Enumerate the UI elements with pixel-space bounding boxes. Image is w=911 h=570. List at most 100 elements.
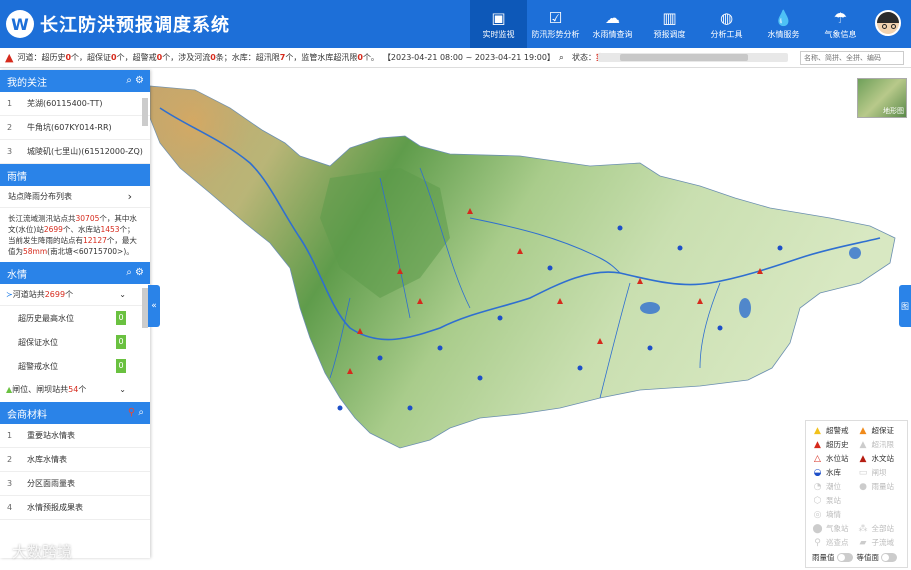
legend-item[interactable] [858, 509, 904, 520]
tools: ⌕ ⚙ [126, 267, 144, 278]
nav-label: 分析工具 [710, 29, 743, 39]
legend-toggles: 雨量值 等值面 [806, 550, 907, 565]
legend-item[interactable] [858, 495, 904, 506]
umbrella-icon: ☂ [833, 8, 848, 27]
monitor-icon: ▣ [491, 8, 506, 27]
app-logo[interactable]: W 长江防洪预报调度系统 [0, 0, 230, 48]
rain-distribution-link[interactable]: 站点降雨分布列表 › [0, 186, 150, 208]
water-list: ≻ 河道站共 2699 个 ⌄ 超历史最高水位 0 超保证水位 0 超警戒水位 0 ▲ 闸… [0, 284, 150, 402]
left-panel: 我的关注 ⌕ ⚙ 1 芜湖(60115400-TT) 2 牛角坑(607KY014-… [0, 70, 150, 558]
isosurface-label: 等值面 [856, 553, 880, 562]
alert-scrollbar[interactable] [598, 53, 788, 62]
nav-weather[interactable]: ☂ 气象信息 [812, 0, 869, 48]
legend-label: 潮位 [826, 482, 841, 491]
legend-label: 水文站 [871, 454, 895, 463]
legend-item[interactable]: ⁂ 全部站 [858, 523, 904, 534]
nav-label: 实时监视 [482, 29, 515, 39]
chevron-right-icon: › [127, 190, 132, 203]
search-icon[interactable]: ⌕ [138, 407, 144, 418]
isosurface-toggle[interactable] [881, 553, 897, 562]
legend-item[interactable]: ◎ 墒情 [812, 509, 858, 520]
legend-symbol-icon: ⬡ [813, 495, 822, 506]
nav-forecast[interactable]: ▥ 预报调度 [641, 0, 698, 48]
legend-grid: ▲ 超警戒 ▲ 超保证 ▲ 超历史 ▲ 超汛限 △ 水位站 ▲ 水文站 ◒ 水库 ▭ 闸坝 ◔ 潮位 ● 雨量站 ⬡ 泵站… [806, 421, 907, 550]
legend-item[interactable]: ▲ 超警戒 [812, 425, 858, 436]
time-range[interactable]: 【2023-04-21 08:00 ~ 2023-04-21 19:00】 [383, 52, 555, 63]
legend-symbol-icon: ▲ [859, 425, 867, 436]
alert-text: 河道：超历史0个，超保证0个，超警戒0个，涉及河流0条；水库：超汛限7个，监管水… [17, 53, 379, 62]
legend-label: 全部站 [871, 524, 895, 533]
nav-water-service[interactable]: 💧 水情服务 [755, 0, 812, 48]
gear-icon[interactable]: ⚙ [135, 267, 144, 278]
station-search-input[interactable] [800, 51, 904, 65]
legend-item[interactable]: ⚲ 巡查点 [812, 537, 858, 548]
avatar-eye [882, 24, 887, 29]
search-icon[interactable]: ⌕ [126, 267, 132, 278]
legend-item[interactable]: ▲ 超历史 [812, 439, 858, 450]
count-badge: 0 [116, 359, 126, 373]
nav-rain-query[interactable]: ☁ 水雨情查询 [584, 0, 641, 48]
plateau-shading [150, 86, 320, 268]
scroll-thumb[interactable] [620, 54, 748, 61]
right-panel-toggle[interactable]: 图 [899, 285, 911, 327]
collapse-left-panel-button[interactable]: « [148, 285, 160, 327]
list-item[interactable]: 3 分区面雨量表 [0, 472, 150, 496]
legend-label: 泵站 [826, 496, 841, 505]
list-item[interactable]: 3 城陵矶(七里山)(61512000-ZQ) [0, 140, 150, 164]
legend-label: 闸坝 [871, 468, 887, 477]
poyang-lake [739, 298, 751, 318]
search-icon[interactable]: ⌕ [126, 75, 132, 86]
gate-station-row[interactable]: ▲ 闸位、闸坝站共 54 个 ⌄ [0, 378, 150, 400]
avatar-eye [891, 24, 896, 29]
legend-item[interactable]: △ 水位站 [812, 453, 858, 464]
nav-label: 防汛形势分析 [531, 29, 580, 39]
tools: ⚲ ⌕ [128, 407, 144, 418]
nav-realtime-monitor[interactable]: ▣ 实时监视 [470, 0, 527, 48]
legend-item[interactable]: ⬡ 泵站 [812, 495, 858, 506]
legend-item[interactable]: ◔ 潮位 [812, 481, 858, 492]
legend-item[interactable]: ▲ 水文站 [858, 453, 904, 464]
legend-item[interactable]: ▲ 超汛限 [858, 439, 904, 450]
list-item[interactable]: 2 水库水情表 [0, 448, 150, 472]
river-station-row[interactable]: ≻ 河道站共 2699 个 ⌄ [0, 284, 150, 306]
legend-symbol-icon: ▲ [814, 425, 821, 436]
expand-icon: ≻ [6, 290, 13, 299]
focus-tools: ⌕ ⚙ [126, 75, 144, 86]
pin-icon[interactable]: ⚲ [128, 407, 135, 418]
alert-bar: ▲ 河道：超历史0个，超保证0个，超警戒0个，涉及河流0条；水库：超汛限7个，监… [0, 48, 911, 68]
legend-item[interactable]: ▭ 闸坝 [858, 467, 904, 478]
legend-label: 超历史 [826, 440, 849, 449]
focus-scrollbar[interactable] [142, 98, 148, 126]
legend-item[interactable]: ● 雨量站 [858, 481, 904, 492]
rainfall-value-label: 雨量值 [812, 553, 835, 562]
gear-icon[interactable]: ⚙ [135, 75, 144, 86]
list-item[interactable]: 4 水情预报成果表 [0, 496, 150, 520]
water-level-row[interactable]: 超历史最高水位 0 [0, 306, 150, 330]
legend-symbol-icon: ● [859, 481, 867, 492]
focus-list: 1 芜湖(60115400-TT) 2 牛角坑(607KY014-RR) 3 城陵矶(… [0, 92, 150, 164]
terrain-map-thumbnail[interactable]: 地形图 [857, 78, 907, 118]
nav-label: 预报调度 [653, 29, 686, 39]
legend-item[interactable]: ⬤ 气象站 [812, 523, 858, 534]
legend-item[interactable]: ▰ 子流域 [858, 537, 904, 548]
water-level-row[interactable]: 超警戒水位 0 [0, 354, 150, 378]
legend-item[interactable]: ▲ 超保证 [858, 425, 904, 436]
list-item[interactable]: 2 牛角坑(607KY014-RR) [0, 116, 150, 140]
legend-symbol-icon: ◎ [813, 509, 822, 520]
legend-symbol-icon: ▲ [859, 439, 867, 450]
list-item[interactable]: 1 重要站水情表 [0, 424, 150, 448]
nav-analysis-tools[interactable]: ◍ 分析工具 [698, 0, 755, 48]
legend-label: 子流域 [871, 538, 895, 547]
legend-item[interactable]: ◒ 水库 [812, 467, 858, 478]
legend-label: 巡查点 [826, 538, 849, 547]
nav-label: 气象信息 [824, 29, 857, 39]
search-icon[interactable]: ⌕ [559, 53, 564, 63]
legend-symbol-icon: ⬤ [812, 523, 823, 534]
list-item[interactable]: 1 芜湖(60115400-TT) [0, 92, 150, 116]
rainfall-value-toggle[interactable] [836, 553, 853, 562]
legend-label: 水位站 [826, 454, 849, 463]
user-avatar[interactable] [875, 10, 901, 36]
nav-flood-analysis[interactable]: ☑ 防汛形势分析 [527, 0, 584, 48]
legend-symbol-icon: ⁂ [858, 523, 868, 534]
water-level-row[interactable]: 超保证水位 0 [0, 330, 150, 354]
